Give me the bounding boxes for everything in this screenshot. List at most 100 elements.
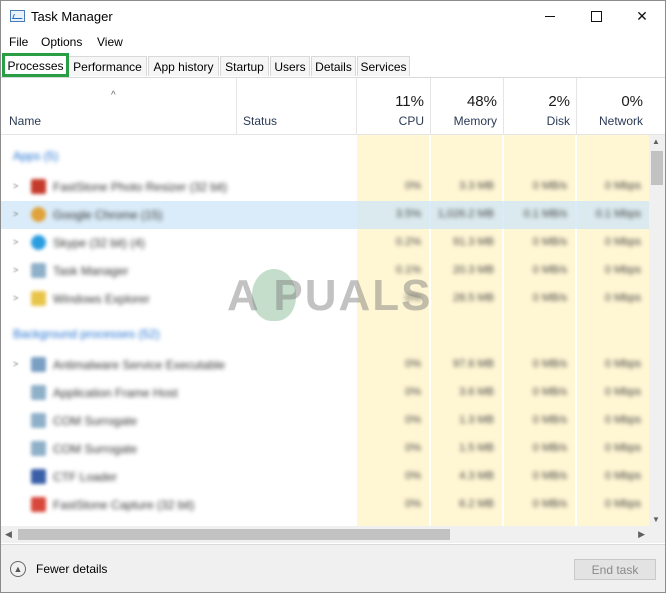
process-disk: 0 MB/s bbox=[532, 386, 567, 398]
window-title: Task Manager bbox=[31, 9, 113, 24]
process-cpu: 0% bbox=[405, 470, 421, 482]
header-network[interactable]: 0% Network bbox=[576, 78, 649, 134]
fewer-details-link[interactable]: Fewer details bbox=[36, 562, 107, 576]
process-network: 0.1 Mbps bbox=[595, 208, 641, 220]
tab-startup[interactable]: Startup bbox=[220, 56, 269, 76]
process-memory: 97.6 MB bbox=[453, 358, 494, 370]
menu-file[interactable]: File bbox=[9, 35, 28, 49]
process-memory: 3.3 MB bbox=[459, 180, 494, 192]
process-name: FastStone Capture (32 bit) bbox=[53, 498, 195, 512]
process-network: 0 Mbps bbox=[604, 498, 641, 510]
process-row[interactable]: COM Surrogate 0% 1.5 MB 0 MB/s 0 Mbps bbox=[1, 435, 649, 463]
footer-bar: ▲ Fewer details End task bbox=[1, 544, 665, 592]
header-network-label: Network bbox=[598, 114, 643, 128]
process-cpu: 0% bbox=[405, 414, 421, 426]
header-cpu[interactable]: 11% CPU bbox=[356, 78, 430, 134]
process-network: 0 Mbps bbox=[604, 264, 641, 276]
tab-users[interactable]: Users bbox=[270, 56, 310, 76]
process-network: 0 Mbps bbox=[604, 236, 641, 248]
process-row[interactable]: FastStone Capture (32 bit) 0% 6.2 MB 0 M… bbox=[1, 491, 649, 519]
tab-app-history[interactable]: App history bbox=[148, 56, 219, 76]
tab-performance[interactable]: Performance bbox=[68, 56, 147, 76]
process-memory: 91.3 MB bbox=[453, 236, 494, 248]
header-name[interactable]: Name bbox=[1, 78, 236, 134]
process-name: Task Manager bbox=[53, 264, 129, 278]
horizontal-scroll-thumb[interactable] bbox=[18, 529, 450, 540]
menu-view[interactable]: View bbox=[97, 35, 123, 49]
process-disk: 0 MB/s bbox=[532, 236, 567, 248]
title-bar: Task Manager ✕ bbox=[1, 1, 665, 32]
process-network: 0 Mbps bbox=[604, 442, 641, 454]
maximize-button[interactable] bbox=[573, 1, 619, 32]
process-disk: 0 MB/s bbox=[532, 264, 567, 276]
close-button[interactable]: ✕ bbox=[619, 1, 665, 32]
close-icon: ✕ bbox=[636, 8, 648, 24]
process-name: Windows Explorer bbox=[53, 292, 150, 306]
tab-details[interactable]: Details bbox=[311, 56, 356, 76]
process-disk: 0 MB/s bbox=[532, 414, 567, 426]
process-memory: 1,026.2 MB bbox=[437, 208, 494, 220]
process-list: Apps (5) > FastStone Photo Resizer (32 b… bbox=[1, 135, 649, 526]
process-name: Skype (32 bit) (4) bbox=[53, 236, 146, 250]
chrome-icon bbox=[31, 207, 46, 222]
header-status[interactable]: Status bbox=[236, 78, 356, 134]
minimize-icon bbox=[545, 16, 555, 17]
process-row[interactable]: > Google Chrome (15) 3.5% 1,026.2 MB 0.1… bbox=[1, 201, 649, 229]
memory-total-percent: 48% bbox=[466, 93, 497, 110]
expand-chevron-icon[interactable]: > bbox=[13, 359, 18, 369]
header-disk[interactable]: 2% Disk bbox=[503, 78, 576, 134]
skype-icon bbox=[31, 235, 46, 250]
process-disk: 0 MB/s bbox=[532, 470, 567, 482]
process-memory: 20.3 MB bbox=[453, 264, 494, 276]
process-disk: 0 MB/s bbox=[532, 358, 567, 370]
scroll-left-arrow-icon[interactable]: ◀ bbox=[5, 529, 12, 540]
vertical-scrollbar[interactable]: ▲ ▼ bbox=[649, 135, 665, 526]
process-name: COM Surrogate bbox=[53, 414, 138, 428]
process-disk: 0 MB/s bbox=[532, 442, 567, 454]
process-memory: 1.5 MB bbox=[459, 442, 494, 454]
expand-chevron-icon[interactable]: > bbox=[13, 237, 18, 247]
app-frame-icon bbox=[31, 385, 46, 400]
process-row[interactable]: CTF Loader 0% 4.3 MB 0 MB/s 0 Mbps bbox=[1, 463, 649, 491]
process-network: 0 Mbps bbox=[604, 180, 641, 192]
process-name: FastStone Photo Resizer (32 bit) bbox=[53, 180, 228, 194]
network-total-percent: 0% bbox=[621, 93, 643, 110]
tab-services[interactable]: Services bbox=[357, 56, 410, 76]
tab-processes[interactable]: Processes bbox=[4, 54, 67, 77]
process-row[interactable]: COM Surrogate 0% 1.3 MB 0 MB/s 0 Mbps bbox=[1, 407, 649, 435]
minimize-button[interactable] bbox=[527, 1, 573, 32]
process-cpu: 0% bbox=[405, 180, 421, 192]
com-surrogate-icon bbox=[31, 413, 46, 428]
task-manager-process-icon bbox=[31, 263, 46, 278]
horizontal-scrollbar[interactable]: ◀ ▶ bbox=[1, 526, 649, 543]
scroll-right-arrow-icon[interactable]: ▶ bbox=[638, 529, 645, 540]
process-cpu: 3.5% bbox=[395, 208, 421, 220]
process-row[interactable]: > Skype (32 bit) (4) 0.2% 91.3 MB 0 MB/s… bbox=[1, 229, 649, 257]
header-cpu-label: CPU bbox=[398, 114, 424, 128]
expand-chevron-icon[interactable]: > bbox=[13, 181, 18, 191]
expand-chevron-icon[interactable]: > bbox=[13, 265, 18, 275]
scroll-up-arrow-icon[interactable]: ▲ bbox=[652, 137, 660, 146]
process-row[interactable]: > FastStone Photo Resizer (32 bit) 0% 3.… bbox=[1, 173, 649, 201]
scroll-down-arrow-icon[interactable]: ▼ bbox=[652, 515, 660, 524]
process-name: Antimalware Service Executable bbox=[53, 358, 226, 372]
collapse-chevron-icon[interactable]: ▲ bbox=[10, 561, 26, 577]
menu-options[interactable]: Options bbox=[41, 35, 82, 49]
ctf-loader-icon bbox=[31, 469, 46, 484]
tab-strip: Processes Performance App history Startu… bbox=[1, 54, 665, 78]
process-name: COM Surrogate bbox=[53, 442, 138, 456]
header-memory-label: Memory bbox=[453, 114, 497, 128]
process-disk: 0 MB/s bbox=[532, 498, 567, 510]
watermark-text: A PUALS bbox=[227, 271, 433, 320]
end-task-button[interactable]: End task bbox=[574, 559, 656, 580]
process-row[interactable]: Application Frame Host 0% 3.6 MB 0 MB/s … bbox=[1, 379, 649, 407]
vertical-scroll-thumb[interactable] bbox=[651, 151, 663, 185]
expand-chevron-icon[interactable]: > bbox=[13, 209, 18, 219]
process-row[interactable]: > Antimalware Service Executable 0% 97.6… bbox=[1, 351, 649, 379]
expand-chevron-icon[interactable]: > bbox=[13, 293, 18, 303]
process-cpu: 0% bbox=[405, 442, 421, 454]
process-network: 0 Mbps bbox=[604, 414, 641, 426]
header-memory[interactable]: 48% Memory bbox=[430, 78, 503, 134]
process-name: Google Chrome (15) bbox=[53, 208, 163, 222]
process-disk: 0.1 MB/s bbox=[523, 208, 567, 220]
